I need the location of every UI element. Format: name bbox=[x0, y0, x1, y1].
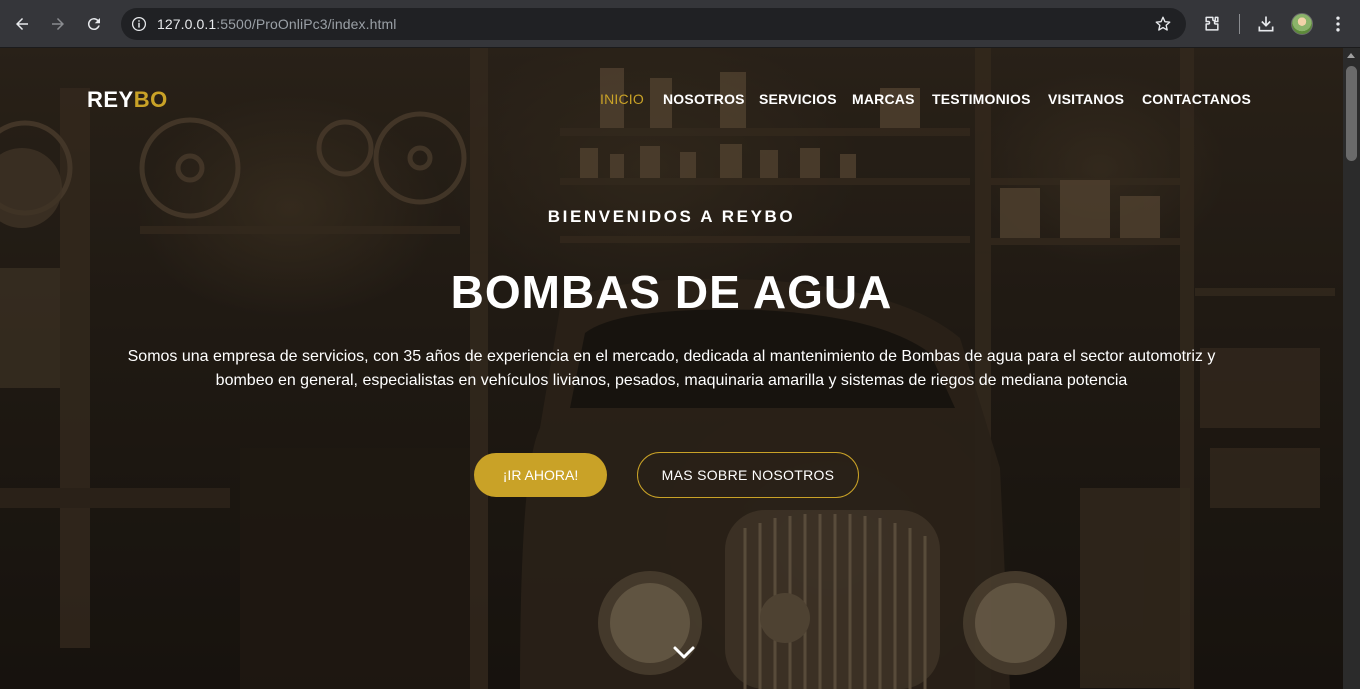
mas-sobre-nosotros-button[interactable]: MAS SOBRE NOSOTROS bbox=[637, 452, 859, 498]
star-icon[interactable] bbox=[1154, 15, 1172, 33]
url-path: :5500/ProOnliPc3/index.html bbox=[216, 16, 397, 32]
nav-link-servicios[interactable]: SERVICIOS bbox=[759, 91, 837, 107]
toolbar-divider bbox=[1239, 14, 1240, 34]
scrollbar-thumb[interactable] bbox=[1346, 66, 1357, 161]
browser-toolbar: 127.0.0.1:5500/ProOnliPc3/index.html bbox=[0, 0, 1360, 48]
hero-description-line-1: Somos una empresa de servicios, con 35 a… bbox=[127, 348, 1216, 365]
scroll-up-arrow-icon[interactable] bbox=[1347, 53, 1355, 58]
nav-link-testimonios[interactable]: TESTIMONIOS bbox=[932, 91, 1031, 107]
hero-description-line-2: bombeo en general, especialistas en vehí… bbox=[215, 372, 1128, 389]
nav-link-inicio[interactable]: INICIO bbox=[600, 91, 644, 107]
extensions-icon[interactable] bbox=[1201, 13, 1223, 35]
nav-link-contactanos[interactable]: CONTACTANOS bbox=[1142, 91, 1251, 107]
page-scrollbar[interactable] bbox=[1343, 48, 1360, 689]
chevron-down-icon[interactable] bbox=[672, 645, 696, 661]
url-text[interactable]: 127.0.0.1:5500/ProOnliPc3/index.html bbox=[157, 16, 396, 32]
hero-title: BOMBAS DE AGUA bbox=[450, 266, 893, 318]
back-arrow-icon[interactable] bbox=[10, 12, 34, 36]
profile-avatar[interactable] bbox=[1291, 13, 1313, 35]
nav-link-nosotros[interactable]: NOSOTROS bbox=[663, 91, 745, 107]
info-icon[interactable] bbox=[130, 15, 148, 33]
more-vert-icon[interactable] bbox=[1327, 13, 1349, 35]
nav-link-visitanos[interactable]: VISITANOS bbox=[1048, 91, 1124, 107]
reload-icon[interactable] bbox=[82, 12, 106, 36]
download-icon[interactable] bbox=[1255, 13, 1277, 35]
hero-kicker: BIENVENIDOS A REYBO bbox=[547, 207, 796, 226]
forward-arrow-icon[interactable] bbox=[46, 12, 70, 36]
url-host: 127.0.0.1 bbox=[157, 16, 217, 32]
hero-description: Somos una empresa de servicios, con 35 a… bbox=[96, 345, 1247, 393]
nav-link-marcas[interactable]: MARCAS bbox=[852, 91, 915, 107]
main-nav: INICIO NOSOTROS SERVICIOS MARCAS TESTIMO… bbox=[0, 91, 1343, 111]
page-viewport: REYBO INICIO NOSOTROS SERVICIOS MARCAS T… bbox=[0, 48, 1343, 689]
address-bar[interactable]: 127.0.0.1:5500/ProOnliPc3/index.html bbox=[121, 8, 1186, 40]
ir-ahora-button[interactable]: ¡IR AHORA! bbox=[474, 453, 607, 497]
